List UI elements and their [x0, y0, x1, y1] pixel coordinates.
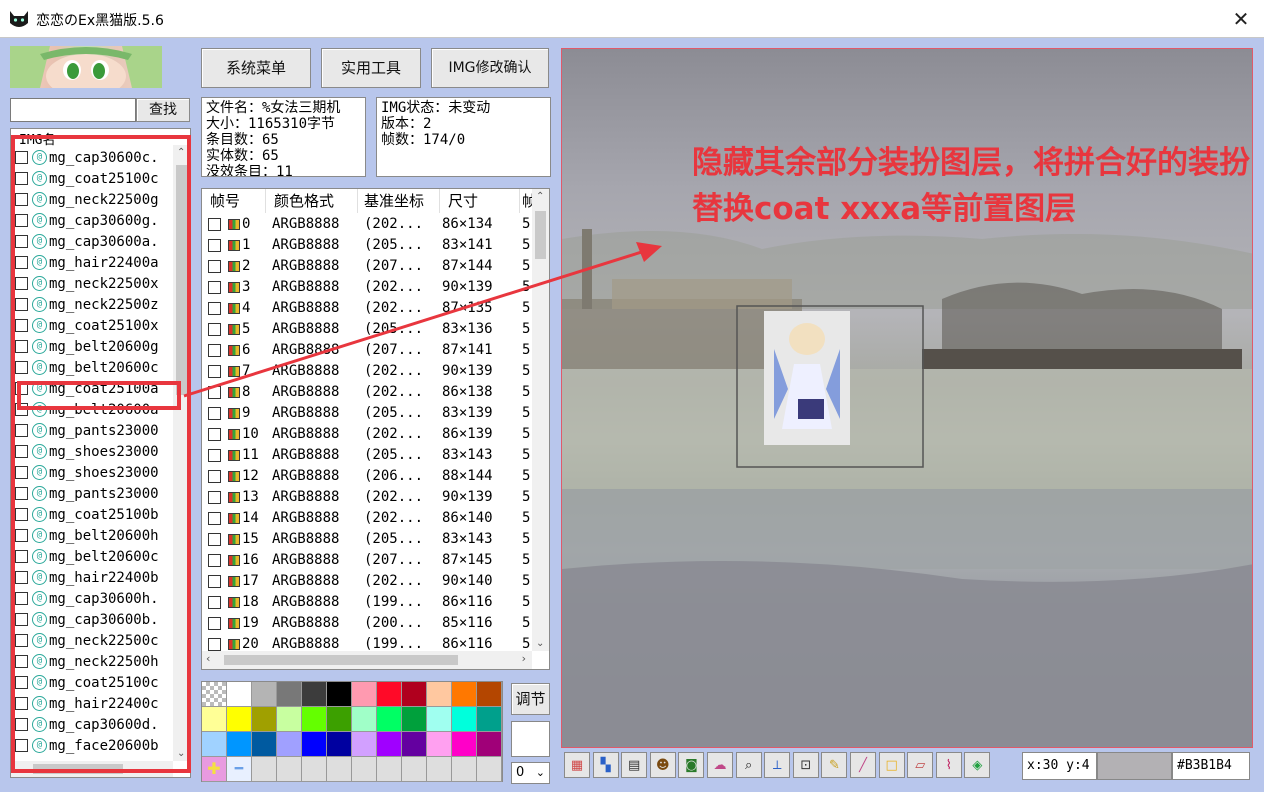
tool-zoom-button[interactable]: ⌕ — [735, 752, 762, 778]
tool-rectangle-button[interactable]: □ — [878, 752, 905, 778]
sprite-icon: ☻ — [656, 757, 670, 773]
rectangle-icon: □ — [885, 757, 898, 773]
tool-palette-grid-button[interactable]: ▚ — [592, 752, 619, 778]
tool-line-button[interactable]: ╱ — [850, 752, 876, 778]
coordinate-readout: x:30 y:4 — [1022, 752, 1097, 780]
tool-eyedropper-button[interactable]: ⌇ — [935, 752, 962, 778]
axis-icon: ⟂ — [772, 757, 782, 773]
pencil-icon: ✎ — [828, 757, 840, 773]
tool-crop-button[interactable]: ⊡ — [792, 752, 819, 778]
camera-icon: ◙ — [685, 757, 698, 773]
layers-icon: ▦ — [570, 757, 584, 773]
annotation-arrow — [183, 242, 662, 398]
palette-grid-icon: ▚ — [600, 757, 611, 773]
tool-eraser-button[interactable]: ▱ — [907, 752, 934, 778]
tool-camera-button[interactable]: ◙ — [678, 752, 705, 778]
eyedropper-icon: ⌇ — [945, 757, 952, 773]
picked-color-swatch — [1097, 752, 1172, 780]
tool-film-button[interactable]: ▤ — [621, 752, 648, 778]
line-icon: ╱ — [859, 757, 867, 773]
film-icon: ▤ — [628, 757, 641, 773]
tool-axis-button[interactable]: ⟂ — [764, 752, 791, 778]
tool-sprite-button[interactable]: ☻ — [649, 752, 676, 778]
fill-icon: ◈ — [972, 757, 983, 773]
tool-pencil-button[interactable]: ✎ — [821, 752, 848, 778]
cloud-icon: ☁ — [713, 757, 727, 773]
tool-cloud-button[interactable]: ☁ — [707, 752, 733, 778]
crop-icon: ⊡ — [800, 757, 812, 773]
tool-fill-button[interactable]: ◈ — [964, 752, 991, 778]
tool-layers-button[interactable]: ▦ — [564, 752, 590, 778]
zoom-icon: ⌕ — [744, 757, 753, 773]
eraser-icon: ▱ — [915, 757, 926, 773]
picked-color-hex: #B3B1B4 — [1172, 752, 1250, 780]
